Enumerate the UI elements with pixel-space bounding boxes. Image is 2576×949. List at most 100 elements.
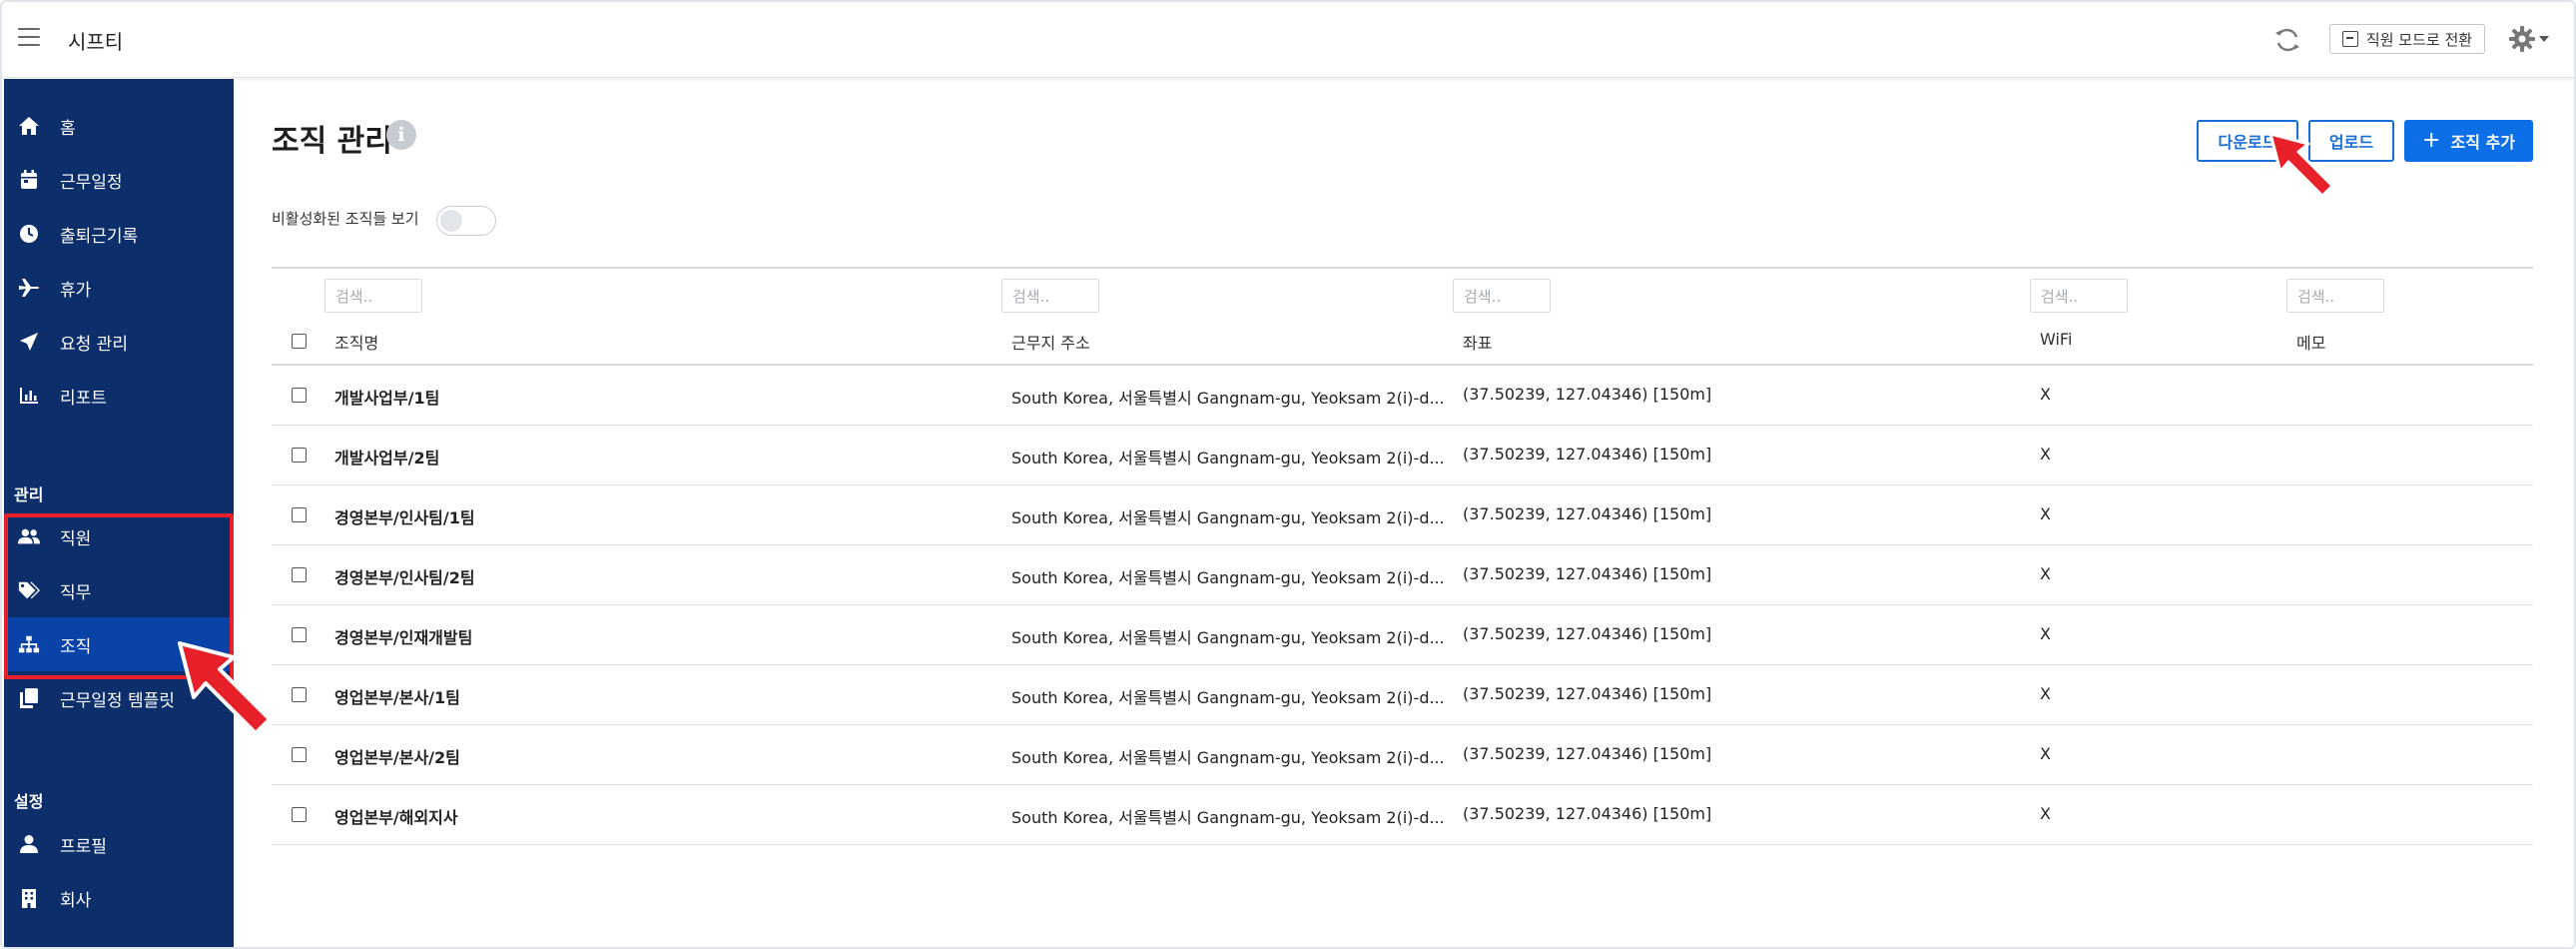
chart-icon [18,385,40,407]
table-row[interactable]: 영업본부/본사/2팀 South Korea, 서울특별시 Gangnam-gu,… [272,725,2533,785]
sidebar-item-label: 직원 [60,528,92,549]
cell-coords: (37.50239, 127.04346) [150m] [1463,744,1712,763]
toggle-knob [440,210,462,232]
row-checkbox[interactable] [292,448,307,463]
employee-mode-label: 직원 모드로 전환 [2365,30,2473,49]
cell-wifi: X [2040,504,2051,523]
calendar-icon [18,169,40,191]
column-header-coords[interactable]: 좌표 [1463,330,1492,354]
sidebar-item-employees[interactable]: 직원 [4,509,234,563]
sidebar-item-schedule-template[interactable]: 근무일정 템플릿 [4,671,234,725]
cell-address: South Korea, 서울특별시 Gangnam-gu, Yeoksam 2… [1011,628,1445,647]
filter-name-input[interactable]: 검색.. [324,279,422,313]
top-bar: 시프티 직원 모드로 전환 [2,2,2574,78]
sidebar-item-label: 회사 [60,890,92,911]
cell-name[interactable]: 영업본부/해외지사 [334,804,458,828]
row-checkbox[interactable] [292,807,307,822]
org-chart-icon [18,633,40,655]
sidebar-item-organization[interactable]: 조직 [4,617,234,671]
sidebar-item-report[interactable]: 리포트 [4,369,234,423]
table-row[interactable]: 개발사업부/2팀 South Korea, 서울특별시 Gangnam-gu, Y… [272,426,2533,485]
refresh-icon[interactable] [2271,24,2303,56]
row-checkbox[interactable] [292,388,307,403]
row-checkbox[interactable] [292,627,307,642]
info-icon[interactable]: i [386,120,416,150]
cell-wifi: X [2040,385,2051,404]
cell-wifi: X [2040,744,2051,763]
user-icon [18,833,40,855]
column-header-address[interactable]: 근무지 주소 [1011,330,1090,354]
sidebar-item-label: 근무일정 템플릿 [60,690,175,711]
employee-mode-button[interactable]: 직원 모드로 전환 [2329,24,2485,54]
cell-name[interactable]: 개발사업부/1팀 [334,385,439,409]
sidebar-item-label: 근무일정 [60,172,123,193]
cell-coords: (37.50239, 127.04346) [150m] [1463,564,1712,583]
sidebar-item-company[interactable]: 회사 [4,871,234,925]
table-row[interactable]: 경영본부/인재개발팀 South Korea, 서울특별시 Gangnam-gu,… [272,605,2533,665]
select-all-checkbox[interactable] [292,334,307,349]
settings-menu[interactable] [2508,22,2556,56]
show-inactive-toggle[interactable] [436,206,496,236]
cell-name[interactable]: 영업본부/본사/2팀 [334,744,460,768]
filter-address-input[interactable]: 검색.. [1001,279,1099,313]
app-title: 시프티 [68,30,124,54]
add-organization-button[interactable]: + 조직 추가 [2404,120,2533,162]
table-row[interactable]: 영업본부/본사/1팀 South Korea, 서울특별시 Gangnam-gu,… [272,665,2533,725]
cell-name[interactable]: 경영본부/인사팀/2팀 [334,564,475,588]
row-checkbox[interactable] [292,747,307,762]
sidebar-item-label: 홈 [60,118,76,139]
sidebar-item-home[interactable]: 홈 [4,99,234,153]
cell-name[interactable]: 경영본부/인재개발팀 [334,624,472,648]
copy-icon [18,687,40,709]
row-checkbox[interactable] [292,507,307,522]
cell-address: South Korea, 서울특별시 Gangnam-gu, Yeoksam 2… [1011,808,1445,827]
gear-icon [2509,26,2535,52]
filter-coords-input[interactable]: 검색.. [1453,279,1551,313]
sidebar-item-vacation[interactable]: 휴가 [4,261,234,315]
clock-icon [18,223,40,245]
sidebar-item-profile[interactable]: 프로필 [4,817,234,871]
table-row[interactable]: 경영본부/인사팀/1팀 South Korea, 서울특별시 Gangnam-gu… [272,485,2533,545]
download-button[interactable]: 다운로드 [2197,120,2298,162]
upload-button[interactable]: 업로드 [2308,120,2394,162]
cell-name[interactable]: 영업본부/본사/1팀 [334,684,460,708]
sidebar-item-requests[interactable]: 요청 관리 [4,315,234,369]
sidebar-section-settings: 설정 [14,792,44,811]
cell-coords: (37.50239, 127.04346) [150m] [1463,804,1712,823]
sidebar-item-positions[interactable]: 직무 [4,563,234,617]
row-checkbox[interactable] [292,567,307,582]
sidebar: 홈 근무일정 출퇴근기록 휴가 요청 관리 리포트 관리 직원 직무 조직 근무… [4,79,234,947]
cell-name[interactable]: 개발사업부/2팀 [334,445,439,469]
cell-name[interactable]: 경영본부/인사팀/1팀 [334,504,475,528]
send-icon [18,331,40,353]
tags-icon [18,579,40,601]
column-header-memo[interactable]: 메모 [2296,330,2325,354]
sidebar-item-label: 직무 [60,582,92,603]
cell-wifi: X [2040,624,2051,643]
show-inactive-label: 비활성화된 조직들 보기 [272,210,419,228]
menu-icon[interactable] [18,28,40,50]
sidebar-item-attendance[interactable]: 출퇴근기록 [4,207,234,261]
filter-wifi-input[interactable]: 검색.. [2030,279,2128,313]
column-header-wifi[interactable]: WiFi [2040,330,2072,349]
table-row[interactable]: 영업본부/해외지사 South Korea, 서울특별시 Gangnam-gu, … [272,785,2533,845]
table-row[interactable]: 개발사업부/1팀 South Korea, 서울특별시 Gangnam-gu, Y… [272,366,2533,426]
home-icon [18,115,40,137]
filter-memo-input[interactable]: 검색.. [2286,279,2384,313]
cell-address: South Korea, 서울특별시 Gangnam-gu, Yeoksam 2… [1011,748,1445,767]
sidebar-item-label: 조직 [60,636,92,657]
cell-wifi: X [2040,445,2051,464]
caret-down-icon [2539,36,2549,42]
row-checkbox[interactable] [292,687,307,702]
plus-icon: + [2422,128,2441,153]
cell-coords: (37.50239, 127.04346) [150m] [1463,684,1712,703]
table-row[interactable]: 경영본부/인사팀/2팀 South Korea, 서울특별시 Gangnam-gu… [272,545,2533,605]
sidebar-section-manage: 관리 [14,485,44,504]
plane-icon [18,277,40,299]
sidebar-item-schedule[interactable]: 근무일정 [4,153,234,207]
column-header-name[interactable]: 조직명 [334,330,378,354]
sidebar-item-label: 리포트 [60,388,107,409]
add-organization-label: 조직 추가 [2450,133,2515,152]
users-icon [18,525,40,547]
sidebar-item-label: 출퇴근기록 [60,226,139,247]
